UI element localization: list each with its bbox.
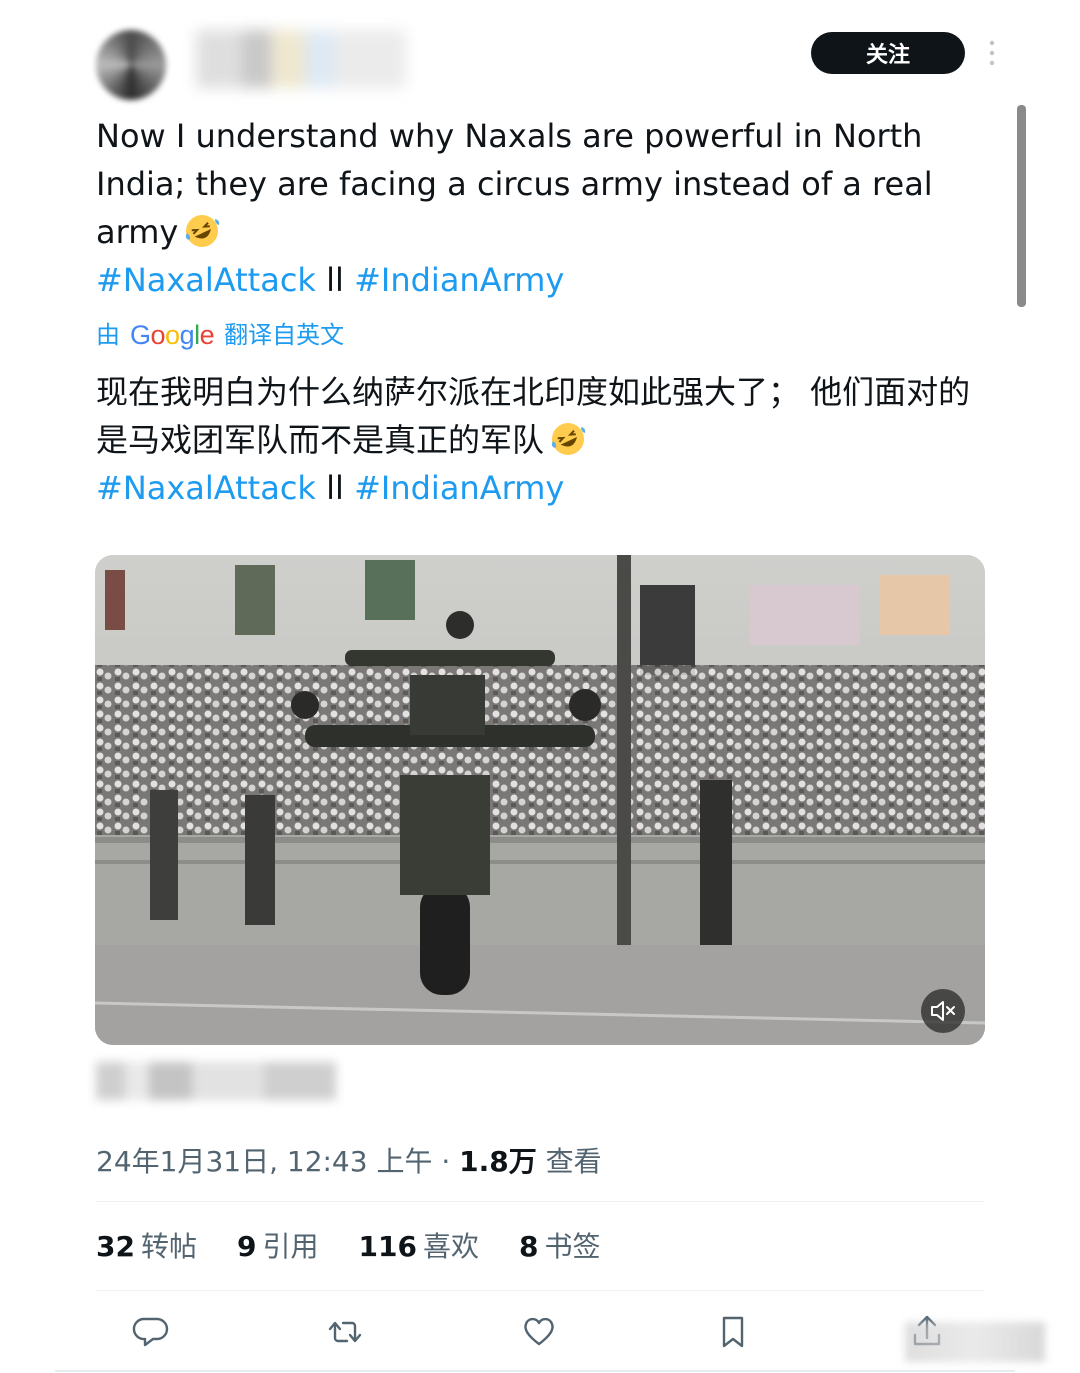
hashtag-link[interactable]: #IndianArmy: [354, 469, 564, 507]
google-logo: Google: [130, 320, 215, 350]
hashtag-link[interactable]: #NaxalAttack: [96, 469, 316, 507]
tweet-text: Now I understand why Naxals are powerful…: [96, 112, 996, 304]
scrollbar[interactable]: [1017, 105, 1026, 307]
separator-text: ll: [315, 261, 355, 299]
avatar[interactable]: [96, 30, 166, 100]
engagement-stats: 32 转帖 9 引用 116 喜欢 8 书签: [96, 1225, 600, 1269]
blurred-username[interactable]: [196, 30, 406, 88]
translation-attribution[interactable]: 由 Google 翻译自英文: [96, 315, 344, 355]
divider: [95, 1290, 985, 1291]
video-player[interactable]: [95, 555, 985, 1045]
rolling-laughing-emoji-icon: [551, 423, 586, 455]
views-label: 查看: [536, 1145, 602, 1178]
divider: [95, 1201, 985, 1202]
tweet-body: Now I understand why Naxals are powerful…: [96, 117, 933, 251]
retweet-icon[interactable]: [323, 1310, 367, 1354]
bookmark-icon[interactable]: [711, 1310, 755, 1354]
mute-toggle[interactable]: [921, 989, 965, 1033]
quotes-stat[interactable]: 9 引用: [237, 1225, 319, 1269]
heart-icon[interactable]: [517, 1310, 561, 1354]
retweets-stat[interactable]: 32 转帖: [96, 1225, 197, 1269]
follow-button[interactable]: 关注: [811, 32, 965, 74]
divider: [55, 1370, 1015, 1372]
blurred-video-source[interactable]: [96, 1062, 336, 1100]
hashtag-link[interactable]: #IndianArmy: [354, 261, 564, 299]
rolling-laughing-emoji-icon: [186, 215, 220, 247]
translation-suffix: 翻译自英文: [224, 321, 345, 349]
tweet-meta: 24年1月31日, 12:43 上午 · 1.8万 查看: [96, 1140, 602, 1184]
timestamp[interactable]: 24年1月31日, 12:43 上午: [96, 1145, 432, 1178]
bookmarks-stat[interactable]: 8 书签: [519, 1225, 601, 1269]
hashtag-link[interactable]: #NaxalAttack: [96, 261, 316, 299]
video-frame: [95, 555, 985, 1045]
likes-stat[interactable]: 116 喜欢: [358, 1225, 478, 1269]
meta-dot: ·: [432, 1145, 460, 1178]
separator-text: ll: [315, 469, 355, 507]
reply-icon[interactable]: [129, 1310, 173, 1354]
blurred-watermark: [905, 1322, 1045, 1362]
volume-muted-icon: [931, 1001, 955, 1021]
views-count: 1.8万: [459, 1145, 537, 1178]
translated-tweet-text: 现在我明白为什么纳萨尔派在北印度如此强大了； 他们面对的是马戏团军队而不是真正的…: [96, 368, 996, 512]
translation-prefix: 由: [96, 321, 120, 349]
more-options-icon[interactable]: [983, 38, 1001, 68]
translated-body: 现在我明白为什么纳萨尔派在北印度如此强大了； 他们面对的是马戏团军队而不是真正的…: [96, 373, 971, 459]
